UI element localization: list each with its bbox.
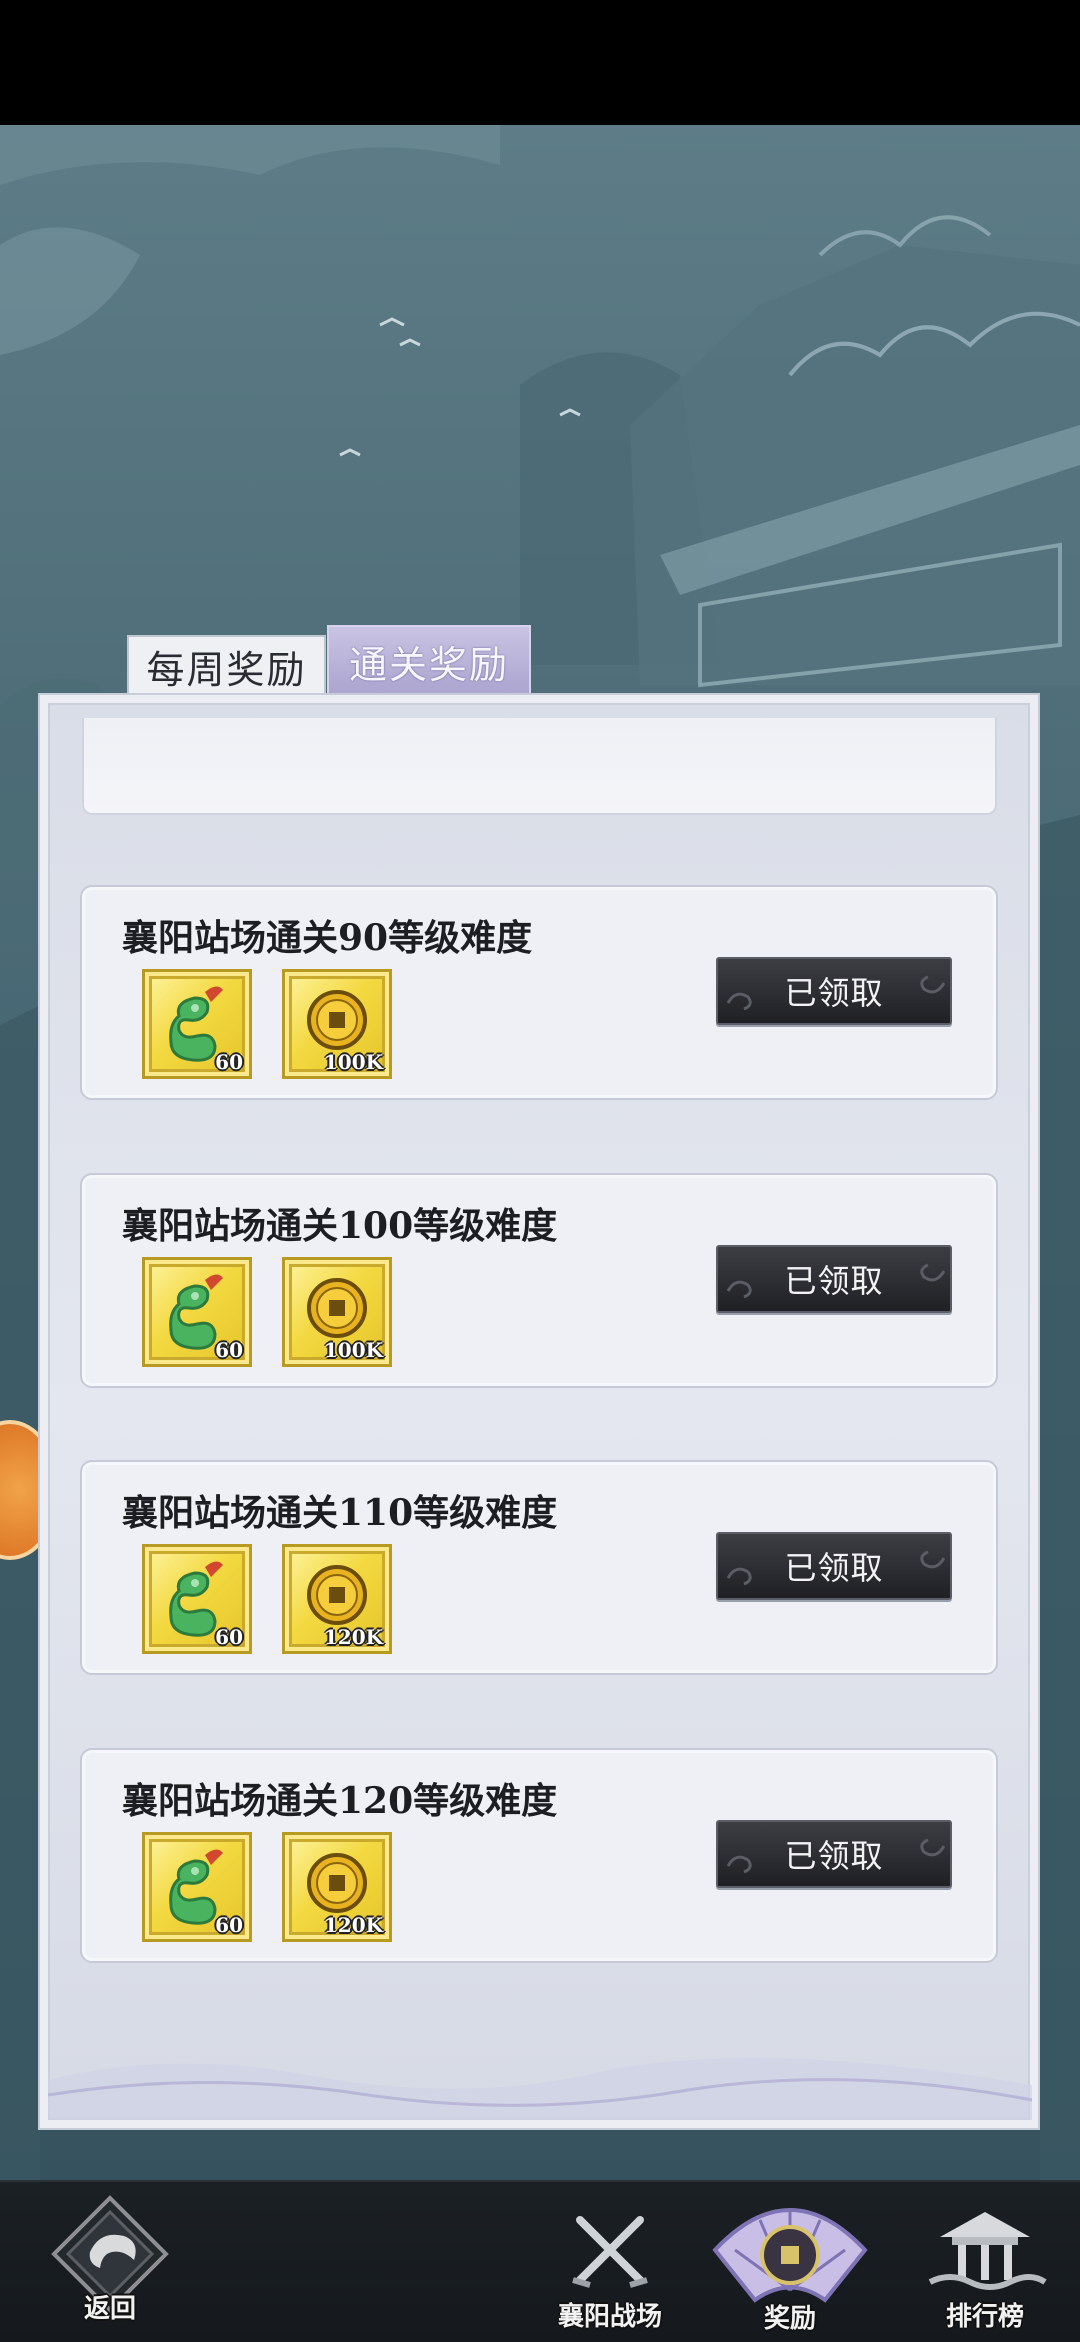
- status-bar: [0, 0, 1080, 125]
- bottom-nav-bar: 返回 襄阳战场 奖励 排行榜: [0, 2180, 1080, 2342]
- rewards-label: 奖励: [763, 2304, 816, 2334]
- claimed-label: 已领取: [784, 974, 884, 1012]
- reward-item[interactable]: 120K: [282, 1832, 392, 1942]
- back-button[interactable]: 返回: [42, 2190, 178, 2335]
- reward-card: 襄阳站场通关90等级难度 60 100K 已领取: [80, 885, 998, 1100]
- claimed-button[interactable]: 已领取: [716, 1532, 952, 1600]
- fan-coin-icon: [712, 2208, 868, 2303]
- back-label: 返回: [83, 2294, 136, 2324]
- reward-item[interactable]: 60: [142, 1257, 252, 1367]
- battlefield-label: 襄阳战场: [557, 2302, 662, 2332]
- reward-title: 襄阳站场通关90等级难度: [122, 917, 533, 959]
- claimed-button[interactable]: 已领取: [716, 1245, 952, 1313]
- reward-card: 襄阳站场通关100等级难度 60 100K 已领取: [80, 1173, 998, 1388]
- reward-item[interactable]: 60: [142, 1832, 252, 1942]
- item-count: 60: [215, 1913, 243, 1937]
- reward-title: 襄阳站场通关110等级难度: [122, 1492, 558, 1534]
- claimed-button[interactable]: 已领取: [716, 1820, 952, 1888]
- reward-title: 襄阳站场通关120等级难度: [122, 1780, 558, 1822]
- reward-card: 襄阳站场通关110等级难度 60 120K 已领取: [80, 1460, 998, 1675]
- claimed-label: 已领取: [784, 1837, 884, 1875]
- nav-battlefield[interactable]: 襄阳战场: [545, 2200, 675, 2340]
- reward-item[interactable]: 100K: [282, 969, 392, 1079]
- nav-rewards[interactable]: 奖励: [705, 2180, 875, 2340]
- item-count: 120K: [323, 1625, 383, 1649]
- crossed-swords-icon: [572, 2216, 648, 2288]
- ranking-label: 排行榜: [945, 2302, 1024, 2332]
- tab-clear-rewards[interactable]: 通关奖励: [327, 625, 531, 695]
- item-count: 120K: [323, 1913, 383, 1937]
- reward-item[interactable]: 60: [142, 969, 252, 1079]
- reward-card: 襄阳站场通关120等级难度 60 120K 已领取: [80, 1748, 998, 1963]
- reward-item[interactable]: 60: [142, 1544, 252, 1654]
- item-count: 100K: [323, 1338, 383, 1362]
- panel-wave-decoration: [48, 2058, 1032, 2120]
- tab-weekly-rewards[interactable]: 每周奖励: [127, 635, 326, 695]
- reward-item[interactable]: 100K: [282, 1257, 392, 1367]
- item-count: 60: [215, 1625, 243, 1649]
- claimed-button[interactable]: 已领取: [716, 957, 952, 1025]
- reward-title: 襄阳站场通关100等级难度: [122, 1205, 558, 1247]
- pavilion-icon: [928, 2212, 1047, 2290]
- item-count: 60: [215, 1050, 243, 1074]
- claimed-label: 已领取: [784, 1262, 884, 1300]
- panel-top-bar: [82, 718, 997, 815]
- reward-item[interactable]: 120K: [282, 1544, 392, 1654]
- nav-ranking[interactable]: 排行榜: [920, 2202, 1050, 2342]
- item-count: 60: [215, 1338, 243, 1362]
- item-count: 100K: [323, 1050, 383, 1074]
- claimed-label: 已领取: [784, 1549, 884, 1587]
